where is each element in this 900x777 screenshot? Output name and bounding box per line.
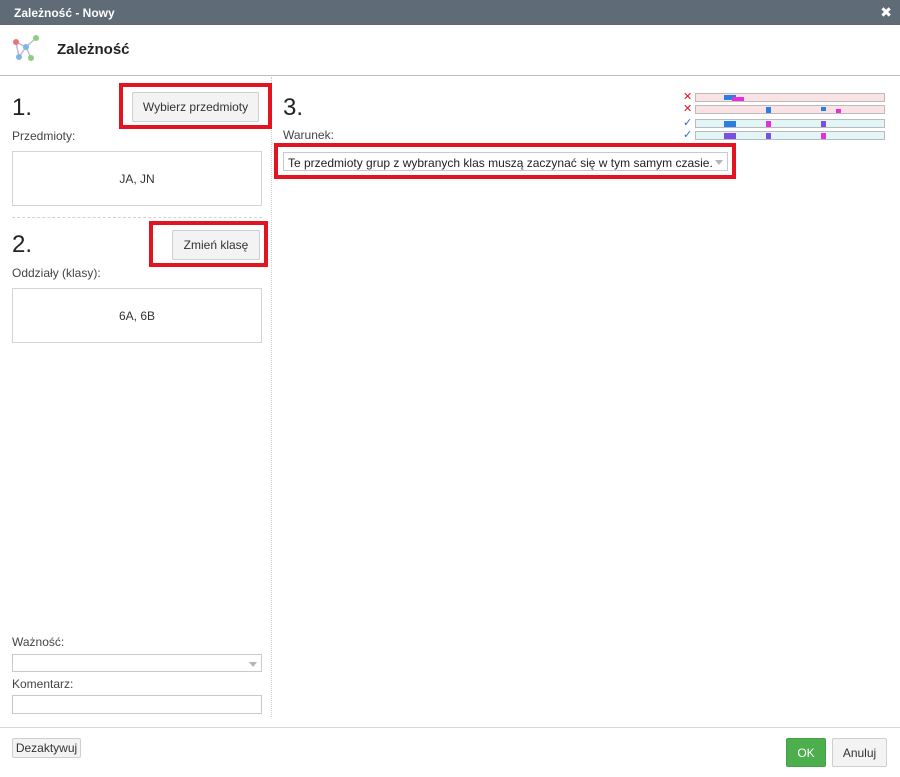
window-titlebar: Zależność - Nowy ✖ bbox=[0, 0, 900, 25]
dependency-graph-icon bbox=[13, 35, 39, 61]
classes-label: Oddziały (klasy): bbox=[12, 266, 101, 280]
condition-label: Warunek: bbox=[283, 128, 334, 142]
preview-row: ✓ bbox=[683, 129, 887, 141]
classes-value-box[interactable]: 6A, 6B bbox=[12, 288, 262, 343]
cancel-button[interactable]: Anuluj bbox=[832, 738, 887, 767]
classes-value: 6A, 6B bbox=[118, 308, 156, 323]
subjects-value: JA, JN bbox=[119, 171, 155, 186]
step-1-number: 1. bbox=[12, 94, 33, 121]
window-title: Zależność - Nowy bbox=[14, 6, 115, 20]
dialog-header: Zależność bbox=[0, 25, 900, 76]
comment-input[interactable] bbox=[12, 695, 262, 714]
step-2-number: 2. bbox=[12, 231, 33, 258]
preview-grid bbox=[695, 131, 885, 140]
importance-label: Ważność: bbox=[12, 635, 65, 649]
importance-select[interactable] bbox=[12, 654, 262, 672]
dialog-title: Zależność bbox=[57, 41, 130, 58]
dialog-footer bbox=[0, 727, 900, 777]
condition-preview: ✕ ✕ ✓ ✓ bbox=[683, 91, 887, 144]
condition-select[interactable]: Te przedmioty grup z wybranych klas musz… bbox=[283, 152, 728, 171]
subjects-value-box[interactable]: JA, JN bbox=[12, 151, 262, 206]
invalid-icon: ✕ bbox=[683, 103, 693, 115]
change-class-button[interactable]: Zmień klasę bbox=[172, 230, 260, 260]
condition-value: Te przedmioty grup z wybranych klas musz… bbox=[288, 156, 713, 170]
select-subjects-button[interactable]: Wybierz przedmioty bbox=[132, 92, 259, 122]
close-icon[interactable]: ✖ bbox=[880, 4, 892, 21]
subjects-label: Przedmioty: bbox=[12, 129, 76, 143]
preview-grid bbox=[695, 105, 885, 114]
valid-icon: ✓ bbox=[683, 129, 693, 141]
chevron-down-icon bbox=[249, 662, 257, 667]
step-3-number: 3. bbox=[283, 94, 304, 121]
section-divider bbox=[12, 217, 262, 218]
ok-button[interactable]: OK bbox=[786, 738, 826, 767]
comment-label: Komentarz: bbox=[12, 677, 74, 691]
chevron-down-icon bbox=[715, 160, 723, 165]
preview-row: ✕ bbox=[683, 91, 887, 103]
preview-grid bbox=[695, 119, 885, 128]
preview-row: ✓ bbox=[683, 117, 887, 129]
preview-row: ✕ bbox=[683, 103, 887, 115]
preview-grid bbox=[695, 93, 885, 102]
deactivate-button[interactable]: Dezaktywuj bbox=[12, 738, 81, 758]
